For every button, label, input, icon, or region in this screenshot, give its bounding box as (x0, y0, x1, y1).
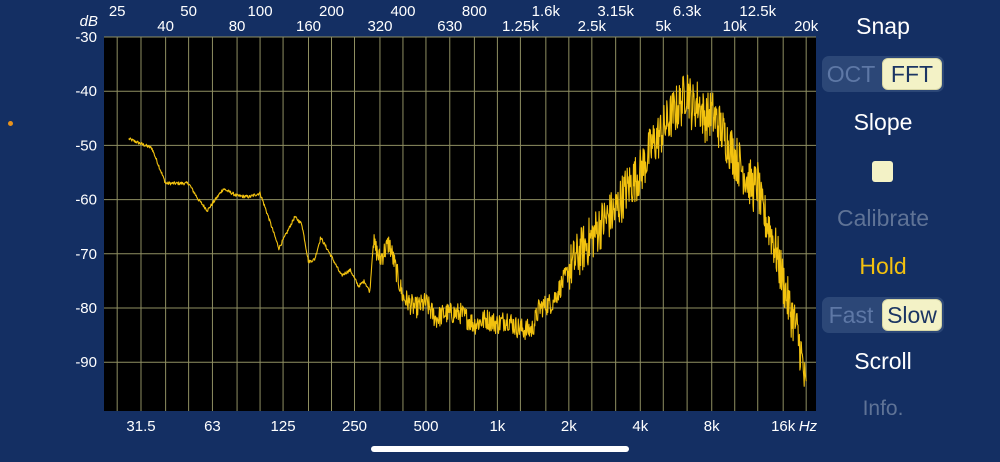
snap-label[interactable]: Snap (822, 13, 944, 40)
top-freq-label: 10k (723, 18, 748, 35)
top-freq-label: 160 (296, 18, 321, 35)
top-freq-label: 50 (180, 3, 197, 20)
fast-button[interactable]: Fast (822, 297, 880, 333)
spectrum-analyzer[interactable]: dB -30 -40 -50 -60 -70 -80 -90 25 50 100 200 400 800 1… (0, 0, 820, 462)
top-freq-label: 6.3k (673, 3, 702, 20)
home-indicator[interactable] (371, 446, 629, 452)
top-freq-label: 400 (390, 3, 415, 20)
db-tick-label: -30 (75, 29, 97, 46)
top-freq-label: 20k (794, 18, 819, 35)
hold-button[interactable]: Hold (822, 253, 944, 280)
db-tick-label: -80 (75, 300, 97, 317)
calibrate-button[interactable]: Calibrate (822, 205, 944, 232)
top-freq-label: 5k (655, 18, 671, 35)
oct-button[interactable]: OCT (822, 56, 880, 92)
slope-checkbox[interactable] (872, 161, 893, 182)
top-freq-label: 320 (367, 18, 392, 35)
top-freq-label: 800 (462, 3, 487, 20)
plot-area (104, 37, 816, 411)
slope-label[interactable]: Slope (822, 109, 944, 136)
bottom-freq-label: 2k (561, 418, 577, 435)
bottom-freq-label: 250 (342, 418, 367, 435)
db-tick-label: -50 (75, 137, 97, 154)
top-freq-label: 25 (109, 3, 126, 20)
db-tick-label: -60 (75, 192, 97, 209)
status-dot (8, 121, 13, 126)
bottom-freq-label: 16k (771, 418, 796, 435)
db-tick-label: -70 (75, 246, 97, 263)
top-freq-label: 40 (157, 18, 174, 35)
spectrum-chart[interactable]: dB-30 -40 -50 -60 -70 -80 -90 25 50 100 200 400 800 1… (0, 0, 820, 462)
top-freq-label: 80 (229, 18, 246, 35)
top-freq-label: 200 (319, 3, 344, 20)
info-button[interactable]: Info. (822, 397, 944, 421)
bottom-freq-label: 31.5 (126, 418, 155, 435)
bottom-freq-label: 63 (204, 418, 221, 435)
slow-button[interactable]: Slow (882, 299, 942, 331)
snap-mode-segmented-control[interactable]: OCT FFT (822, 56, 944, 92)
db-unit-label: dB (80, 13, 98, 30)
top-freq-label: 2.5k (578, 18, 607, 35)
bottom-freq-label: 1k (489, 418, 505, 435)
hz-unit-label: Hz (799, 418, 818, 435)
bottom-freq-label: 8k (704, 418, 720, 435)
speed-segmented-control[interactable]: Fast Slow (822, 297, 944, 333)
fft-button[interactable]: FFT (882, 58, 942, 90)
scroll-button[interactable]: Scroll (822, 348, 944, 375)
db-tick-label: -40 (75, 83, 97, 100)
bottom-freq-label: 125 (271, 418, 296, 435)
bottom-freq-label: 4k (632, 418, 648, 435)
bottom-freq-label: 500 (413, 418, 438, 435)
db-tick-label: -90 (75, 354, 97, 371)
top-freq-label: 1.25k (502, 18, 539, 35)
top-freq-label: 100 (248, 3, 273, 20)
top-freq-label: 630 (437, 18, 462, 35)
